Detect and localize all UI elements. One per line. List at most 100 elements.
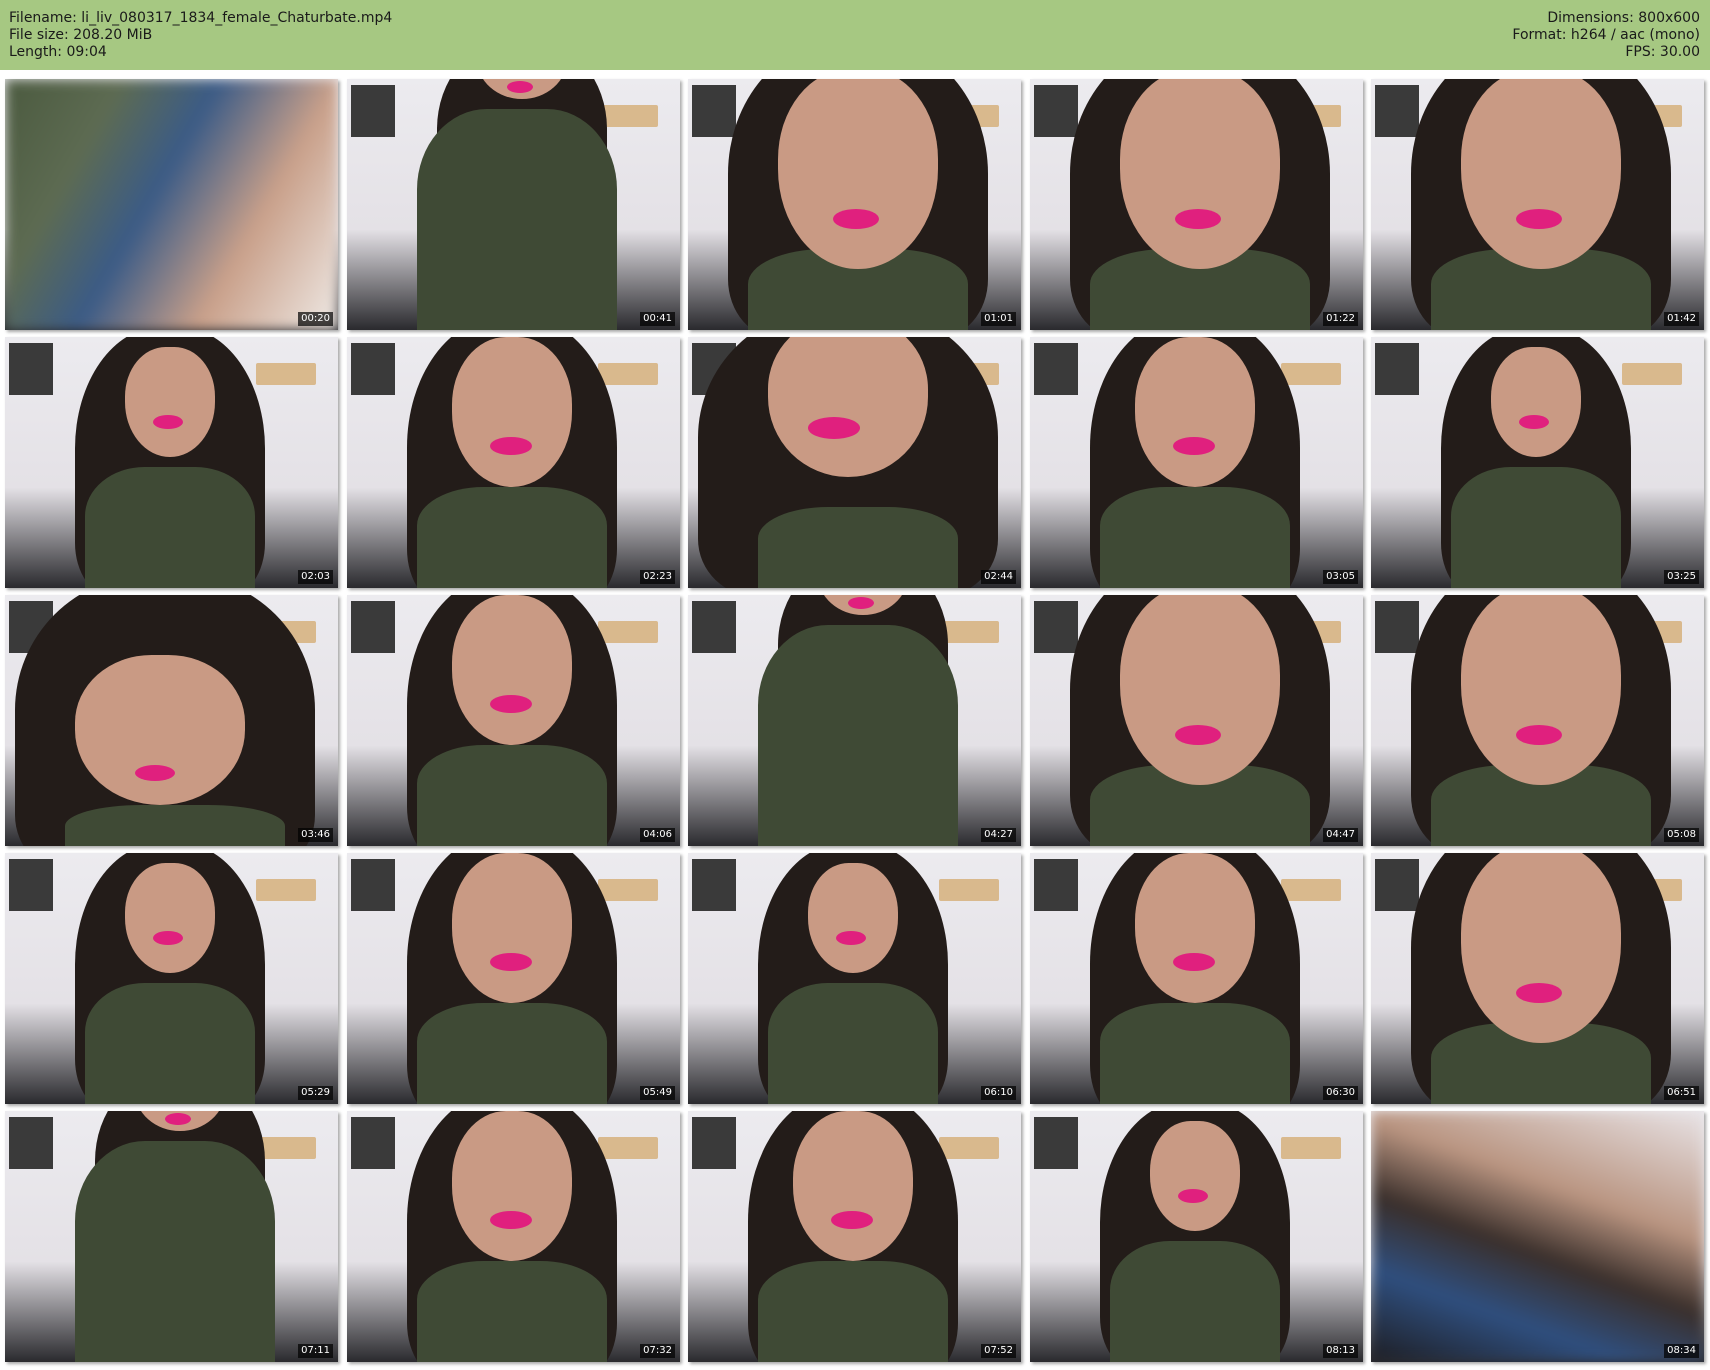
face bbox=[75, 655, 245, 805]
lips bbox=[1519, 415, 1549, 429]
video-thumbnail: 07:11 bbox=[5, 1111, 338, 1362]
timestamp-label: 05:08 bbox=[1664, 828, 1699, 842]
lips bbox=[1516, 209, 1562, 229]
video-thumbnail: 05:29 bbox=[5, 853, 338, 1104]
wall-poster bbox=[1034, 859, 1078, 911]
tank-top bbox=[758, 1261, 948, 1362]
timestamp-label: 05:29 bbox=[298, 1086, 333, 1100]
video-thumbnail: 03:25 bbox=[1371, 337, 1704, 588]
face bbox=[793, 1111, 913, 1261]
wall-sign bbox=[1281, 1137, 1341, 1159]
wall-poster bbox=[1375, 343, 1419, 395]
face bbox=[452, 337, 572, 487]
face bbox=[1135, 337, 1255, 487]
wall-sign bbox=[1281, 879, 1341, 901]
wall-poster bbox=[692, 85, 736, 137]
timestamp-label: 08:34 bbox=[1664, 1344, 1699, 1358]
face bbox=[1491, 347, 1581, 457]
wall-poster bbox=[351, 343, 395, 395]
face bbox=[1150, 1121, 1240, 1231]
timestamp-label: 07:11 bbox=[298, 1344, 333, 1358]
wall-poster bbox=[351, 859, 395, 911]
lips bbox=[507, 81, 533, 93]
wall-poster bbox=[1375, 859, 1419, 911]
tank-top bbox=[1100, 487, 1290, 588]
video-thumbnail: 07:52 bbox=[688, 1111, 1021, 1362]
timestamp-label: 06:30 bbox=[1323, 1086, 1358, 1100]
video-thumbnail: 02:44 bbox=[688, 337, 1021, 588]
lips bbox=[490, 1211, 532, 1229]
timestamp-label: 03:25 bbox=[1664, 570, 1699, 584]
video-thumbnail: 08:34 bbox=[1371, 1111, 1704, 1362]
wall-poster bbox=[1375, 85, 1419, 137]
format-text: Format: h264 / aac (mono) bbox=[1512, 27, 1700, 43]
tank-top bbox=[758, 625, 958, 846]
lips bbox=[1173, 437, 1215, 455]
timestamp-label: 07:32 bbox=[640, 1344, 675, 1358]
timestamp-label: 06:51 bbox=[1664, 1086, 1699, 1100]
info-header: Filename: li_liv_080317_1834_female_Chat… bbox=[0, 0, 1710, 70]
lips bbox=[1516, 725, 1562, 745]
face bbox=[125, 347, 215, 457]
tank-top bbox=[768, 983, 938, 1104]
timestamp-label: 04:47 bbox=[1323, 828, 1358, 842]
tank-top bbox=[1100, 1003, 1290, 1104]
video-thumbnail: 08:13 bbox=[1030, 1111, 1363, 1362]
video-thumbnail: 04:47 bbox=[1030, 595, 1363, 846]
lips bbox=[848, 597, 874, 609]
face bbox=[1135, 853, 1255, 1003]
tank-top bbox=[417, 109, 617, 330]
timestamp-label: 05:49 bbox=[640, 1086, 675, 1100]
timestamp-label: 07:52 bbox=[981, 1344, 1016, 1358]
video-thumbnail: 02:23 bbox=[347, 337, 680, 588]
wall-sign bbox=[256, 1137, 316, 1159]
wall-poster bbox=[351, 601, 395, 653]
wall-sign bbox=[1281, 363, 1341, 385]
lips bbox=[135, 765, 175, 781]
wall-sign bbox=[598, 363, 658, 385]
video-thumbnail: 06:51 bbox=[1371, 853, 1704, 1104]
lips bbox=[1175, 209, 1221, 229]
lips bbox=[831, 1211, 873, 1229]
wall-poster bbox=[692, 601, 736, 653]
face bbox=[452, 595, 572, 745]
wall-sign bbox=[598, 1137, 658, 1159]
video-thumbnail: 02:03 bbox=[5, 337, 338, 588]
tank-top bbox=[758, 507, 958, 588]
tank-top bbox=[85, 467, 255, 588]
filename-text: Filename: li_liv_080317_1834_female_Chat… bbox=[9, 10, 393, 26]
tank-top bbox=[65, 805, 285, 846]
wall-poster bbox=[1034, 85, 1078, 137]
lips bbox=[1516, 983, 1562, 1003]
wall-poster bbox=[1034, 343, 1078, 395]
video-thumbnail: 01:22 bbox=[1030, 79, 1363, 330]
timestamp-label: 01:22 bbox=[1323, 312, 1358, 326]
timestamp-label: 06:10 bbox=[981, 1086, 1016, 1100]
face bbox=[125, 863, 215, 973]
timestamp-label: 01:42 bbox=[1664, 312, 1699, 326]
timestamp-label: 02:23 bbox=[640, 570, 675, 584]
face bbox=[452, 1111, 572, 1261]
wall-sign bbox=[256, 879, 316, 901]
timestamp-label: 00:41 bbox=[640, 312, 675, 326]
wall-poster bbox=[9, 859, 53, 911]
tank-top bbox=[1451, 467, 1621, 588]
video-thumbnail: 05:08 bbox=[1371, 595, 1704, 846]
wall-sign bbox=[256, 363, 316, 385]
lips bbox=[1173, 953, 1215, 971]
video-thumbnail: 07:32 bbox=[347, 1111, 680, 1362]
wall-poster bbox=[9, 1117, 53, 1169]
wall-poster bbox=[351, 1117, 395, 1169]
wall-sign bbox=[598, 621, 658, 643]
motion-blur-frame bbox=[5, 79, 338, 330]
tank-top bbox=[75, 1141, 275, 1362]
video-thumbnail: 04:06 bbox=[347, 595, 680, 846]
lips bbox=[490, 953, 532, 971]
video-thumbnail: 00:41 bbox=[347, 79, 680, 330]
timestamp-label: 03:46 bbox=[298, 828, 333, 842]
file-info-left: Filename: li_liv_080317_1834_female_Chat… bbox=[9, 10, 392, 61]
video-thumbnail: 01:01 bbox=[688, 79, 1021, 330]
wall-poster bbox=[1375, 601, 1419, 653]
dimensions-text: Dimensions: 800x600 bbox=[1547, 10, 1700, 26]
lips bbox=[836, 931, 866, 945]
